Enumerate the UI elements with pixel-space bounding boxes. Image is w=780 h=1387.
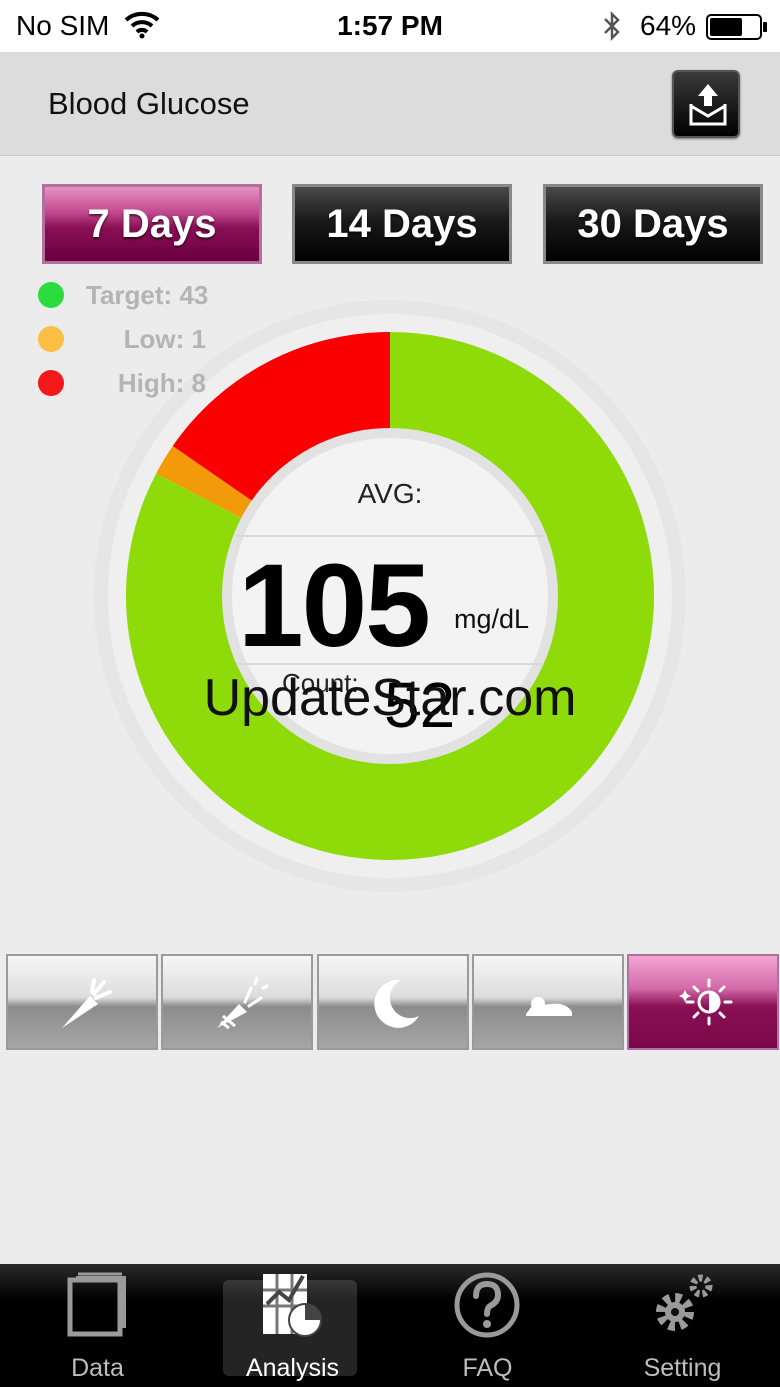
avg-unit: mg/dL [454,604,530,634]
range-30-days-button[interactable]: 30 Days [543,184,763,264]
legend-label-target: Target: 43 [86,280,209,310]
share-button[interactable] [672,70,740,138]
range-14-days-button[interactable]: 14 Days [292,184,512,264]
meal-tab-all-day[interactable] [627,954,779,1050]
tab-label-analysis: Analysis [245,1354,340,1382]
header: Blood Glucose [0,52,780,156]
meal-tab-before-meal[interactable] [6,954,158,1050]
carrot-bite-icon [217,976,269,1030]
meal-filter-bar [6,954,780,1050]
bluetooth-icon [604,10,620,42]
legend-label-low: Low: 1 [123,324,206,354]
tab-faq[interactable]: FAQ [390,1264,585,1387]
meal-tab-overnight[interactable] [472,954,624,1050]
carrot-icon [62,978,112,1028]
legend-label-high: High: 8 [117,368,206,398]
tab-label-setting: Setting [643,1354,722,1382]
tab-label-faq: FAQ [462,1354,513,1382]
question-icon [454,1272,520,1338]
battery-icon [706,14,767,40]
chart-analysis-icon [263,1274,322,1337]
legend-high: High: 8 [36,366,216,402]
tab-data[interactable]: Data [0,1264,195,1387]
tab-analysis[interactable]: Analysis [195,1264,390,1387]
avg-label: AVG: [357,478,423,509]
meal-tab-after-meal[interactable] [161,954,313,1050]
watermark: UpdateStar.com [203,669,577,727]
notepad-icon [67,1272,126,1337]
range-7-days-button[interactable]: 7 Days [42,184,262,264]
battery-percent: 64% [640,10,697,41]
page-title: Blood Glucose [48,86,250,121]
moon-icon [374,979,419,1028]
tab-label-data: Data [71,1354,124,1382]
legend-dot-target [38,282,64,308]
tab-setting[interactable]: Setting [585,1264,780,1387]
bottom-tab-bar: Data Analysis FAQ Setting [0,1264,780,1387]
legend-dot-high [38,370,64,396]
gears-icon [656,1274,713,1331]
share-tray-icon [689,84,727,126]
bed-sleep-icon [526,997,572,1016]
avg-value: 105 [238,540,431,672]
legend-dot-low [38,326,64,352]
status-bar: No SIM 1:57 PM 64% [0,0,780,52]
meal-tab-bedtime[interactable] [317,954,469,1050]
legend-low: Low: 1 [36,322,216,358]
sun-all-day-icon [679,978,733,1026]
legend-target: Target: 43 [36,278,216,314]
